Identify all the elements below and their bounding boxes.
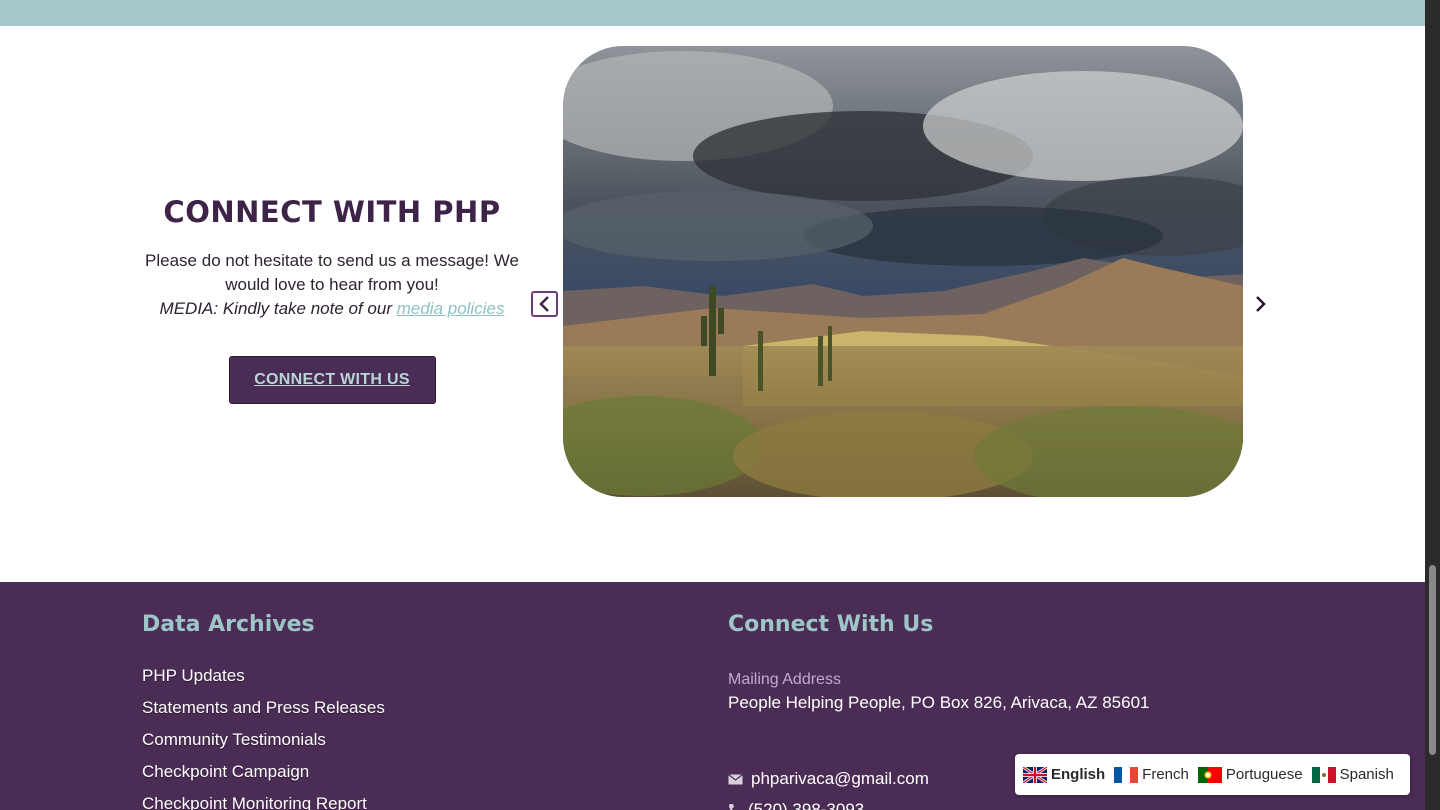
lang-portuguese-label: Portuguese: [1225, 766, 1303, 783]
mailing-address: People Helping People, PO Box 826, Ariva…: [728, 693, 1150, 712]
connect-with-us-button[interactable]: CONNECT WITH US: [228, 356, 436, 404]
carousel-prev-button[interactable]: [531, 291, 558, 317]
portugal-flag-icon: [1197, 766, 1222, 783]
language-switcher: English French Portuguese Spanish: [1015, 754, 1410, 795]
lang-english-label: English: [1051, 766, 1106, 783]
phone-icon: [729, 804, 734, 810]
lang-english[interactable]: English: [1023, 766, 1105, 783]
data-archives-column: Data Archives PHP Updates Statements and…: [142, 612, 385, 810]
archive-link-testimonials[interactable]: Community Testimonials: [142, 729, 385, 761]
france-flag-icon: [1114, 766, 1139, 783]
envelope-icon: [728, 773, 743, 784]
connect-heading: Connect With Us: [728, 612, 934, 637]
connect-section: CONNECT WITH PHP Please do not hesitate …: [140, 195, 524, 404]
scrollbar-thumb[interactable]: [1429, 565, 1436, 755]
archive-link-checkpoint-campaign[interactable]: Checkpoint Campaign: [142, 761, 385, 793]
mexico-flag-icon: [1311, 766, 1336, 783]
connect-title: CONNECT WITH PHP: [163, 195, 501, 229]
chevron-left-icon: [538, 296, 549, 312]
lang-french[interactable]: French: [1114, 766, 1189, 783]
uk-flag-icon: [1023, 766, 1047, 783]
archive-links: PHP Updates Statements and Press Release…: [142, 665, 385, 810]
lang-spanish-label: Spanish: [1339, 766, 1394, 783]
mailing-address-label: Mailing Address: [728, 671, 841, 688]
connect-column: Connect With Us Mailing Address People H…: [728, 612, 1150, 810]
contact-email: phparivaca@gmail.com: [728, 769, 929, 789]
carousel-next-button[interactable]: [1249, 292, 1271, 316]
lang-french-label: French: [1142, 766, 1189, 783]
page-scrollbar[interactable]: [1425, 0, 1440, 810]
archive-link-checkpoint-report[interactable]: Checkpoint Monitoring Report: [142, 793, 385, 810]
archive-link-statements[interactable]: Statements and Press Releases: [142, 697, 385, 729]
phone-number[interactable]: (520) 398-3093: [748, 800, 864, 810]
email-link[interactable]: phparivaca@gmail.com: [751, 769, 929, 789]
connect-message: Please do not hesitate to send us a mess…: [145, 251, 519, 294]
contact-phone: (520) 398-3093: [728, 800, 864, 810]
media-note: MEDIA: Kindly take note of our media pol…: [160, 299, 505, 318]
chevron-right-icon: [1256, 296, 1266, 312]
lang-spanish[interactable]: Spanish: [1311, 766, 1394, 783]
archive-link-php-updates[interactable]: PHP Updates: [142, 665, 385, 697]
top-bar: [0, 0, 1425, 26]
hero-image-desert-landscape: [563, 46, 1243, 497]
lang-portuguese[interactable]: Portuguese: [1197, 766, 1303, 783]
media-policies-link[interactable]: media policies: [397, 299, 505, 318]
connect-description: Please do not hesitate to send us a mess…: [140, 249, 524, 321]
media-prefix: MEDIA: Kindly take note of our: [159, 299, 397, 318]
data-archives-heading: Data Archives: [142, 612, 315, 637]
